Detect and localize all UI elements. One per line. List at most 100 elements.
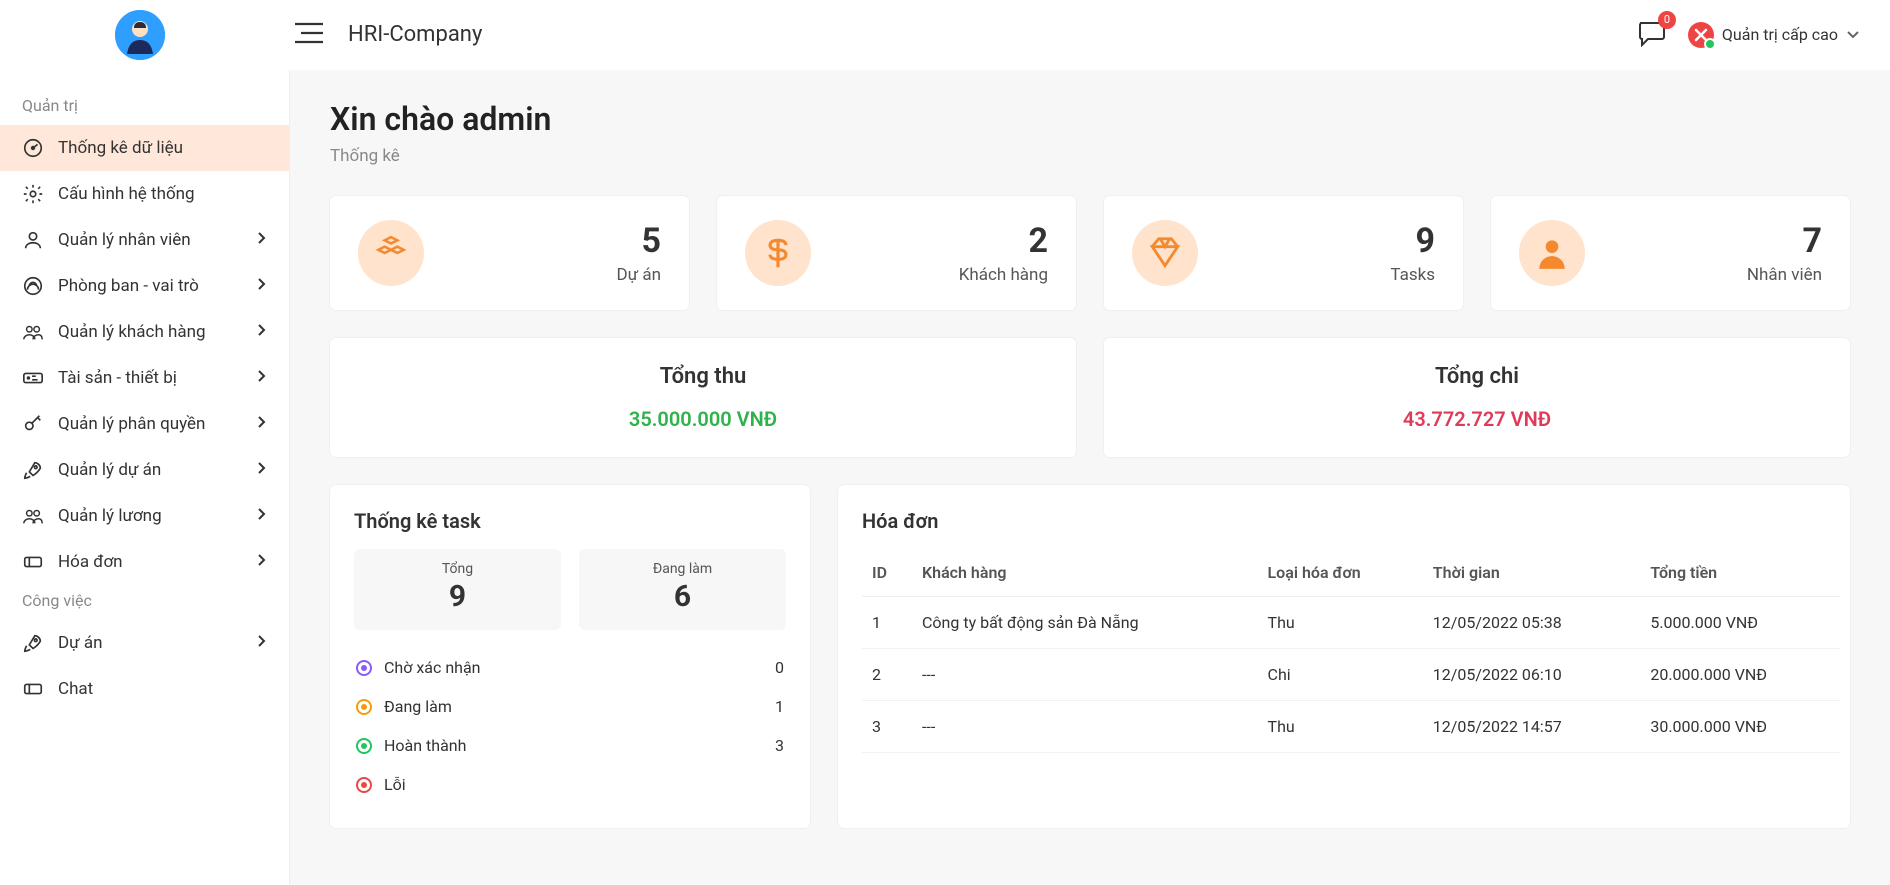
sidebar-item-label: Cấu hình hệ thống — [58, 184, 195, 204]
invoice-cell: 20.000.000 VNĐ — [1640, 649, 1840, 701]
task-status-label: Hoàn thành — [384, 736, 466, 755]
task-status-row: Hoàn thành 3 — [354, 726, 786, 765]
person-icon — [1519, 220, 1585, 286]
total-income-card: Tổng thu 35.000.000 VNĐ — [330, 338, 1076, 457]
task-status-count: 3 — [775, 736, 784, 755]
invoice-row[interactable]: 2---Chi12/05/2022 06:1020.000.000 VNĐ — [862, 649, 1840, 701]
task-doing-label: Đang làm — [579, 561, 786, 577]
total-expense-label: Tổng chi — [1130, 364, 1824, 389]
task-status-count: 0 — [775, 658, 784, 677]
sidebar-item[interactable]: Quản lý phân quyền — [0, 401, 289, 447]
chevron-right-icon — [257, 460, 267, 480]
sidebar-item[interactable]: Quản lý dự án — [0, 447, 289, 493]
invoice-table: IDKhách hàngLoại hóa đơnThời gianTổng ti… — [862, 549, 1840, 753]
total-income-label: Tổng thu — [356, 364, 1050, 389]
stat-value: 7 — [1747, 221, 1822, 261]
stat-card: 2 Khách hàng — [717, 196, 1076, 310]
avatar[interactable] — [115, 10, 165, 60]
sidebar-item[interactable]: Phòng ban - vai trò — [0, 263, 289, 309]
sidebar-item[interactable]: Quản lý khách hàng — [0, 309, 289, 355]
sidebar-section-work: Công việc — [0, 585, 289, 620]
sidebar-item-label: Quản lý nhân viên — [58, 230, 191, 250]
invoice-cell: 12/05/2022 05:38 — [1423, 597, 1641, 649]
task-status-count: 1 — [775, 697, 784, 716]
sidebar-item[interactable]: Cấu hình hệ thống — [0, 171, 289, 217]
sidebar-item[interactable]: Dự án — [0, 620, 289, 666]
stat-label: Khách hàng — [959, 265, 1048, 285]
invoice-cell: 30.000.000 VNĐ — [1640, 701, 1840, 753]
main-content: Xin chào admin Thống kê 5Dự án2Khách hàn… — [290, 70, 1890, 885]
sidebar-item-label: Tài sản - thiết bị — [58, 368, 177, 388]
sidebar-item-label: Dự án — [58, 633, 103, 653]
user-menu[interactable]: Quản trị cấp cao — [1688, 22, 1860, 48]
task-doing-value: 6 — [579, 579, 786, 614]
invoice-cell: Thu — [1258, 597, 1423, 649]
invoice-cell: Thu — [1258, 701, 1423, 753]
sidebar-item[interactable]: Quản lý lương — [0, 493, 289, 539]
invoice-row[interactable]: 3---Thu12/05/2022 14:5730.000.000 VNĐ — [862, 701, 1840, 753]
invoice-row[interactable]: 1Công ty bất động sản Đà NẵngThu12/05/20… — [862, 597, 1840, 649]
sidebar-item[interactable]: Quản lý nhân viên — [0, 217, 289, 263]
user-icon — [22, 229, 44, 251]
app-title[interactable]: HRI-Company — [348, 22, 482, 47]
task-status-row: Chờ xác nhận0 — [354, 648, 786, 687]
sidebar-item-label: Thống kê dữ liệu — [58, 138, 183, 158]
stat-label: Dự án — [616, 265, 661, 285]
dollar-icon — [745, 220, 811, 286]
invoice-cell: 2 — [862, 649, 912, 701]
invoice-title: Hóa đơn — [862, 509, 1840, 533]
task-stats-panel: Thống kê task Tổng 9 Đang làm 6 Chờ xác … — [330, 485, 810, 828]
building-icon — [22, 275, 44, 297]
chevron-right-icon — [257, 276, 267, 296]
stat-label: Nhân viên — [1747, 265, 1822, 285]
boxes-icon — [358, 220, 424, 286]
users-icon — [22, 321, 44, 343]
ticket-icon — [22, 551, 44, 573]
task-status-row: Lỗi — [354, 765, 786, 804]
sidebar-item-label: Quản lý dự án — [58, 460, 161, 480]
sidebar-item-label: Quản lý lương — [58, 506, 162, 526]
sidebar-item-label: Quản lý phân quyền — [58, 414, 205, 434]
total-income-value: 35.000.000 VNĐ — [356, 407, 1050, 431]
chevron-right-icon — [257, 322, 267, 342]
invoice-col-header: ID — [862, 549, 912, 597]
menu-toggle[interactable] — [295, 22, 323, 48]
page-subtitle: Thống kê — [330, 146, 1850, 166]
invoice-panel: Hóa đơn IDKhách hàngLoại hóa đơnThời gia… — [838, 485, 1850, 828]
rocket-icon — [22, 459, 44, 481]
chevron-down-icon — [1846, 30, 1860, 40]
invoice-col-header: Tổng tiền — [1640, 549, 1840, 597]
invoice-col-header: Khách hàng — [912, 549, 1258, 597]
invoice-cell: 3 — [862, 701, 912, 753]
chat-button[interactable]: 0 — [1636, 19, 1666, 51]
invoice-cell: 1 — [862, 597, 912, 649]
stat-value: 5 — [616, 221, 661, 261]
total-expense-card: Tổng chi 43.772.727 VNĐ — [1104, 338, 1850, 457]
invoice-cell: --- — [912, 649, 1258, 701]
stat-value: 9 — [1390, 221, 1435, 261]
stat-card: 9Tasks — [1104, 196, 1463, 310]
task-total-box: Tổng 9 — [354, 549, 561, 630]
sidebar-item-label: Hóa đơn — [58, 552, 123, 572]
asset-icon — [22, 367, 44, 389]
invoice-cell: 12/05/2022 06:10 — [1423, 649, 1641, 701]
invoice-cell: --- — [912, 701, 1258, 753]
invoice-cell: 5.000.000 VNĐ — [1640, 597, 1840, 649]
sidebar-item[interactable]: Chat — [0, 666, 289, 712]
status-dot-icon — [356, 660, 372, 676]
diamond-icon — [1132, 220, 1198, 286]
total-expense-value: 43.772.727 VNĐ — [1130, 407, 1824, 431]
invoice-cell: 12/05/2022 14:57 — [1423, 701, 1641, 753]
gear-icon — [22, 183, 44, 205]
stat-card: 5 Dự án — [330, 196, 689, 310]
chat-badge: 0 — [1658, 11, 1676, 29]
stat-value: 2 — [959, 221, 1048, 261]
chevron-right-icon — [257, 506, 267, 526]
sidebar-item[interactable]: Tài sản - thiết bị — [0, 355, 289, 401]
sidebar: Quản trị Thống kê dữ liệuCấu hình hệ thố… — [0, 70, 290, 885]
user-role-label: Quản trị cấp cao — [1722, 25, 1838, 44]
sidebar-item[interactable]: Hóa đơn — [0, 539, 289, 585]
invoice-cell: Công ty bất động sản Đà Nẵng — [912, 597, 1258, 649]
sidebar-item[interactable]: Thống kê dữ liệu — [0, 125, 289, 171]
user-status-badge — [1688, 22, 1714, 48]
